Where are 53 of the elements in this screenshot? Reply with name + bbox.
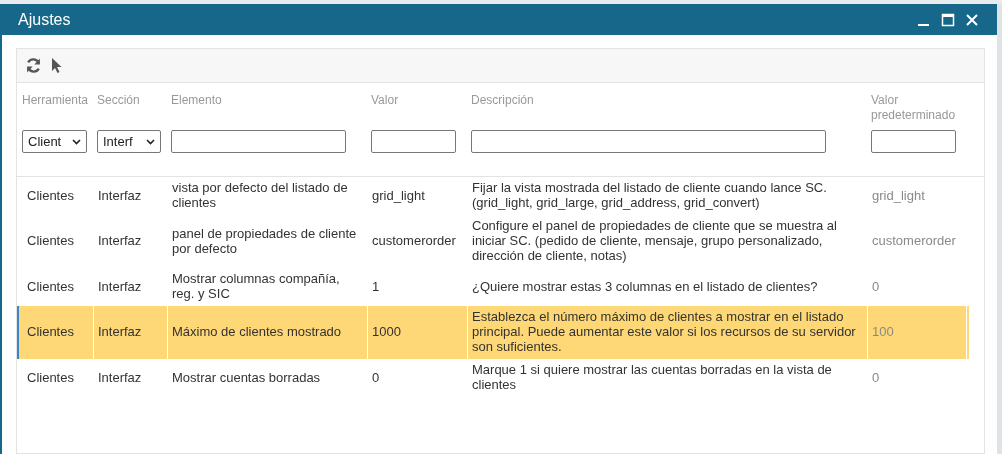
table-cell-text: Clientes: [26, 232, 75, 250]
table-cell-text: 0: [871, 277, 881, 296]
table-cell-text: 1: [371, 277, 381, 296]
table-cell-text: customerorder: [871, 232, 957, 250]
table-cell-text: vista por defecto del listado de clientes: [171, 179, 349, 212]
table-row[interactable]: [17, 306, 969, 359]
table-cell-text: Interfaz: [97, 368, 143, 387]
filter-dropdown[interactable]: Client: [22, 130, 87, 153]
column-header: Descripción: [470, 92, 535, 109]
caret-icon: [146, 138, 155, 145]
column-header: Herramienta: [21, 92, 90, 109]
maximize-icon[interactable]: [941, 12, 955, 27]
table-cell: Establezca el número máximo de clientes a mostrar en el listado principal. Puede aumentar este valor si los recursos de su servidor son suficientes.: [468, 306, 868, 359]
table-cell-text: Interfaz: [97, 186, 143, 205]
table-cell-text: 0: [871, 368, 881, 387]
column-header: Elemento: [170, 92, 223, 109]
table-cell-text: Interfaz: [97, 277, 143, 296]
filter-field[interactable]: [171, 130, 346, 153]
table-cell-text: 0: [371, 368, 381, 387]
table-cell-text: grid_light: [371, 186, 426, 205]
table-cell: Clientes: [19, 306, 94, 359]
table-cell-text: Interfaz: [97, 232, 143, 250]
table-cell: 1000: [368, 306, 468, 359]
table-cell-text: Fijar la vista mostrada del listado de cliente cuando lance SC. (grid_light, grid_large, grid_address, grid_convert): [471, 179, 828, 212]
table-cell-text: Marque 1 si quiere mostrar las cuentas borradas en la vista de clientes: [471, 361, 833, 394]
close-icon[interactable]: [965, 12, 979, 27]
table-cell: 100: [868, 306, 967, 359]
table-cell-text: Configure el panel de propiedades de cliente que se muestra al iniciar SC. (pedido de cliente, mensaje, grupo personalizado, dirección de cliente, notas): [471, 217, 838, 265]
table-row[interactable]: Clientes Interfaz Mostrar columnas compañía, reg. y SIC 1 ¿Quiere mostrar estas 3 columnas en el listado de clientes? 0: [17, 268, 969, 306]
filter-field[interactable]: [371, 130, 456, 153]
table-cell-text: Clientes: [26, 186, 75, 205]
table-cell-text: Clientes: [26, 277, 75, 296]
column-header: Valor: [370, 92, 400, 109]
filter-dropdown[interactable]: Interf: [97, 130, 161, 153]
table-cell-text: Clientes: [26, 368, 75, 387]
caret-icon: [72, 138, 81, 145]
window-title: Ajustes: [18, 10, 71, 29]
column-header: Valor predeterminado: [870, 92, 957, 124]
table-cell: Máximo de clientes mostrado: [168, 306, 368, 359]
table-cell-text: grid_light: [871, 186, 926, 205]
filter-field[interactable]: [471, 130, 826, 153]
pointer-icon[interactable]: [51, 57, 63, 74]
table-cell-text: ¿Quiere mostrar estas 3 columnas en el listado de clientes?: [471, 277, 819, 296]
table-row[interactable]: Clientes Interfaz Mostrar cuentas borradas 0 Marque 1 si quiere mostrar las cuentas borradas en la vista de clientes 0: [17, 359, 969, 397]
table-cell-text: panel de propiedades de cliente por defecto: [171, 224, 358, 258]
table-cell-text: Mostrar cuentas borradas: [171, 368, 322, 387]
table-cell-text: Mostrar columnas compañía, reg. y SIC: [171, 270, 341, 303]
column-header: Sección: [96, 92, 141, 109]
filter-field[interactable]: [871, 130, 956, 153]
table-cell-text: customerorder: [371, 232, 457, 250]
table-row[interactable]: Clientes Interfaz vista por defecto del listado de clientes grid_light Fijar la vista mostrada del listado de cliente cuando lance SC. (grid_light, grid_large, grid_address, grid_convert) grid_light: [17, 177, 969, 215]
table-cell: Interfaz: [94, 306, 168, 359]
refresh-icon[interactable]: [25, 57, 42, 74]
